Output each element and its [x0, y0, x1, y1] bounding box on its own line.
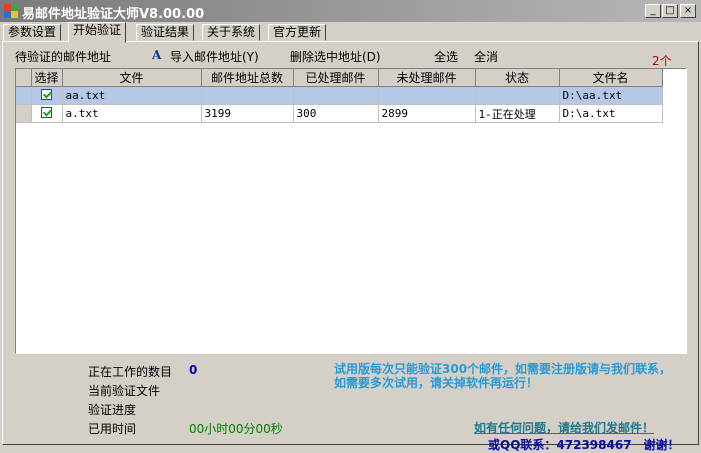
column-header-select[interactable]: 选择 — [31, 69, 63, 87]
table-header-row: 选择 文件 邮件地址总数 已处理邮件 未处理邮件 状态 文件名 — [16, 69, 663, 87]
delete-selected-button[interactable]: 删除选中地址(D) — [290, 48, 381, 65]
table-row[interactable]: aa.txt D:\aa.txt — [16, 86, 663, 105]
row-marker[interactable] — [16, 86, 32, 105]
cell-file: a.txt — [62, 104, 202, 123]
cell-processed — [293, 86, 379, 105]
file-table[interactable]: 选择 文件 邮件地址总数 已处理邮件 未处理邮件 状态 文件名 aa.txt D… — [15, 68, 687, 354]
select-all-button[interactable]: 全选 — [434, 48, 458, 65]
tab-bar: 参数设置 开始验证 验证结果 关于系统 官方更新 — [0, 22, 701, 43]
window-title: 易邮件地址验证大师V8.00.00 — [22, 7, 205, 22]
title-bar: 易邮件地址验证大师V8.00.00 _ □ × — [0, 0, 701, 22]
elapsed-time-value: 00小时00分00秒 — [189, 422, 283, 436]
column-header-status[interactable]: 状态 — [475, 69, 560, 87]
progress-label: 验证进度 — [88, 403, 137, 417]
row-checkbox-cell[interactable] — [31, 86, 63, 105]
cell-file: aa.txt — [62, 86, 202, 105]
cell-total: 3199 — [201, 104, 294, 123]
tab-results[interactable]: 验证结果 — [136, 24, 195, 41]
cell-unprocessed — [378, 86, 476, 105]
minimize-button[interactable]: _ — [645, 4, 661, 18]
column-header-processed[interactable]: 已处理邮件 — [293, 69, 379, 87]
working-count-value: 0 — [189, 363, 198, 377]
checkbox-checked-icon[interactable] — [41, 88, 52, 100]
file-count: 2个 — [652, 54, 672, 68]
close-button[interactable]: × — [680, 4, 696, 18]
elapsed-time-label: 已用时间 — [88, 422, 137, 436]
pending-emails-label: 待验证的邮件地址 — [15, 50, 112, 64]
tab-about[interactable]: 关于系统 — [202, 24, 261, 41]
deselect-all-button[interactable]: 全消 — [474, 48, 498, 65]
email-contact-link[interactable]: 如有任何问题，请给我们发邮件！ — [474, 419, 654, 436]
row-checkbox-cell[interactable] — [31, 104, 63, 123]
trial-notice: 试用版每次只能验证300个邮件，如需要注册版请与我们联系，如需要多次试用，请关掉… — [334, 362, 672, 390]
row-marker-header — [16, 69, 32, 87]
cell-processed: 300 — [293, 104, 379, 123]
checkbox-checked-icon[interactable] — [41, 106, 52, 118]
import-emails-button[interactable]: 导入邮件地址(Y) — [170, 48, 259, 65]
maximize-button[interactable]: □ — [662, 4, 678, 18]
table-row[interactable]: a.txt 3199 300 2899 1-正在处理 D:\a.txt — [16, 104, 663, 123]
cell-filename: D:\a.txt — [559, 104, 663, 123]
tab-settings[interactable]: 参数设置 — [3, 24, 62, 41]
column-header-file[interactable]: 文件 — [62, 69, 202, 87]
app-logo-icon — [4, 4, 18, 18]
import-icon: A — [152, 48, 162, 62]
cell-status: 1-正在处理 — [475, 104, 560, 123]
cell-unprocessed: 2899 — [378, 104, 476, 123]
row-marker[interactable] — [16, 104, 32, 123]
qq-contact: 或QQ联系：472398467 谢谢！ — [488, 438, 680, 452]
tab-updates[interactable]: 官方更新 — [268, 24, 327, 41]
column-header-total[interactable]: 邮件地址总数 — [201, 69, 294, 87]
column-header-filename[interactable]: 文件名 — [559, 69, 663, 87]
cell-status — [475, 86, 560, 105]
current-file-label: 当前验证文件 — [88, 384, 161, 398]
cell-total — [201, 86, 294, 105]
tab-start-verify[interactable]: 开始验证 — [68, 22, 127, 43]
cell-filename: D:\aa.txt — [559, 86, 663, 105]
working-count-label: 正在工作的数目 — [88, 365, 173, 379]
column-header-unprocessed[interactable]: 未处理邮件 — [378, 69, 476, 87]
